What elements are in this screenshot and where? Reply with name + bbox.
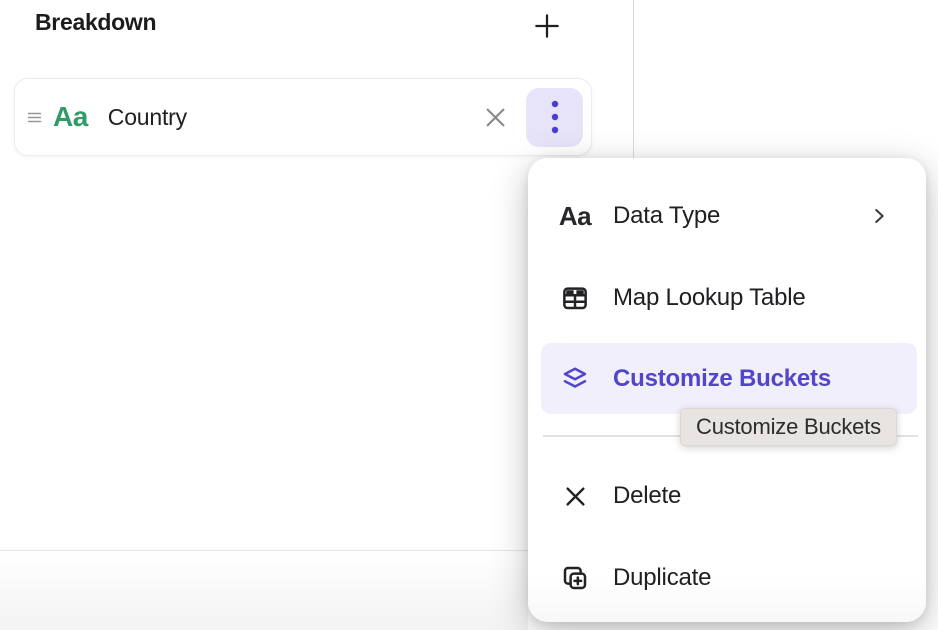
- text-type-icon: Aa: [53, 103, 88, 131]
- drag-handle-icon[interactable]: [23, 106, 45, 128]
- copy-plus-icon: [560, 563, 590, 593]
- panel-right-divider: [633, 0, 634, 158]
- more-options-button[interactable]: [526, 88, 583, 147]
- tooltip-text: Customize Buckets: [696, 414, 881, 440]
- kebab-menu-icon: [550, 100, 560, 134]
- text-type-icon: Aa: [560, 201, 590, 231]
- menu-item-map-lookup-table[interactable]: Map Lookup Table: [541, 272, 917, 324]
- field-label: Country: [108, 104, 187, 131]
- plus-icon: [531, 10, 563, 42]
- menu-item-data-type[interactable]: Aa Data Type: [541, 190, 917, 242]
- menu-item-delete[interactable]: Delete: [541, 470, 917, 522]
- breakdown-panel-page: Breakdown Aa Country: [0, 0, 938, 630]
- menu-item-label: Delete: [613, 482, 681, 510]
- menu-item-duplicate[interactable]: Duplicate: [541, 552, 917, 604]
- tooltip: Customize Buckets: [680, 408, 897, 446]
- menu-item-label: Customize Buckets: [613, 365, 831, 393]
- panel-header: Breakdown: [0, 0, 633, 60]
- panel-footer-area: [0, 551, 528, 630]
- close-icon: [482, 104, 509, 131]
- breakdown-field-card[interactable]: Aa Country: [14, 78, 592, 156]
- menu-item-label: Duplicate: [613, 564, 711, 592]
- table-icon: [560, 283, 590, 313]
- x-icon: [560, 481, 590, 511]
- field-options-menu: Aa Data Type Map Lookup Table: [528, 158, 926, 622]
- stack-icon: [560, 364, 590, 394]
- menu-item-customize-buckets[interactable]: Customize Buckets: [541, 343, 917, 414]
- page-title: Breakdown: [35, 9, 156, 36]
- menu-item-label: Data Type: [613, 202, 720, 230]
- text-type-glyph: Aa: [559, 203, 591, 229]
- chevron-right-icon: [868, 205, 890, 227]
- add-breakdown-button[interactable]: [527, 6, 567, 46]
- remove-field-button[interactable]: [477, 99, 513, 135]
- menu-item-label: Map Lookup Table: [613, 284, 806, 312]
